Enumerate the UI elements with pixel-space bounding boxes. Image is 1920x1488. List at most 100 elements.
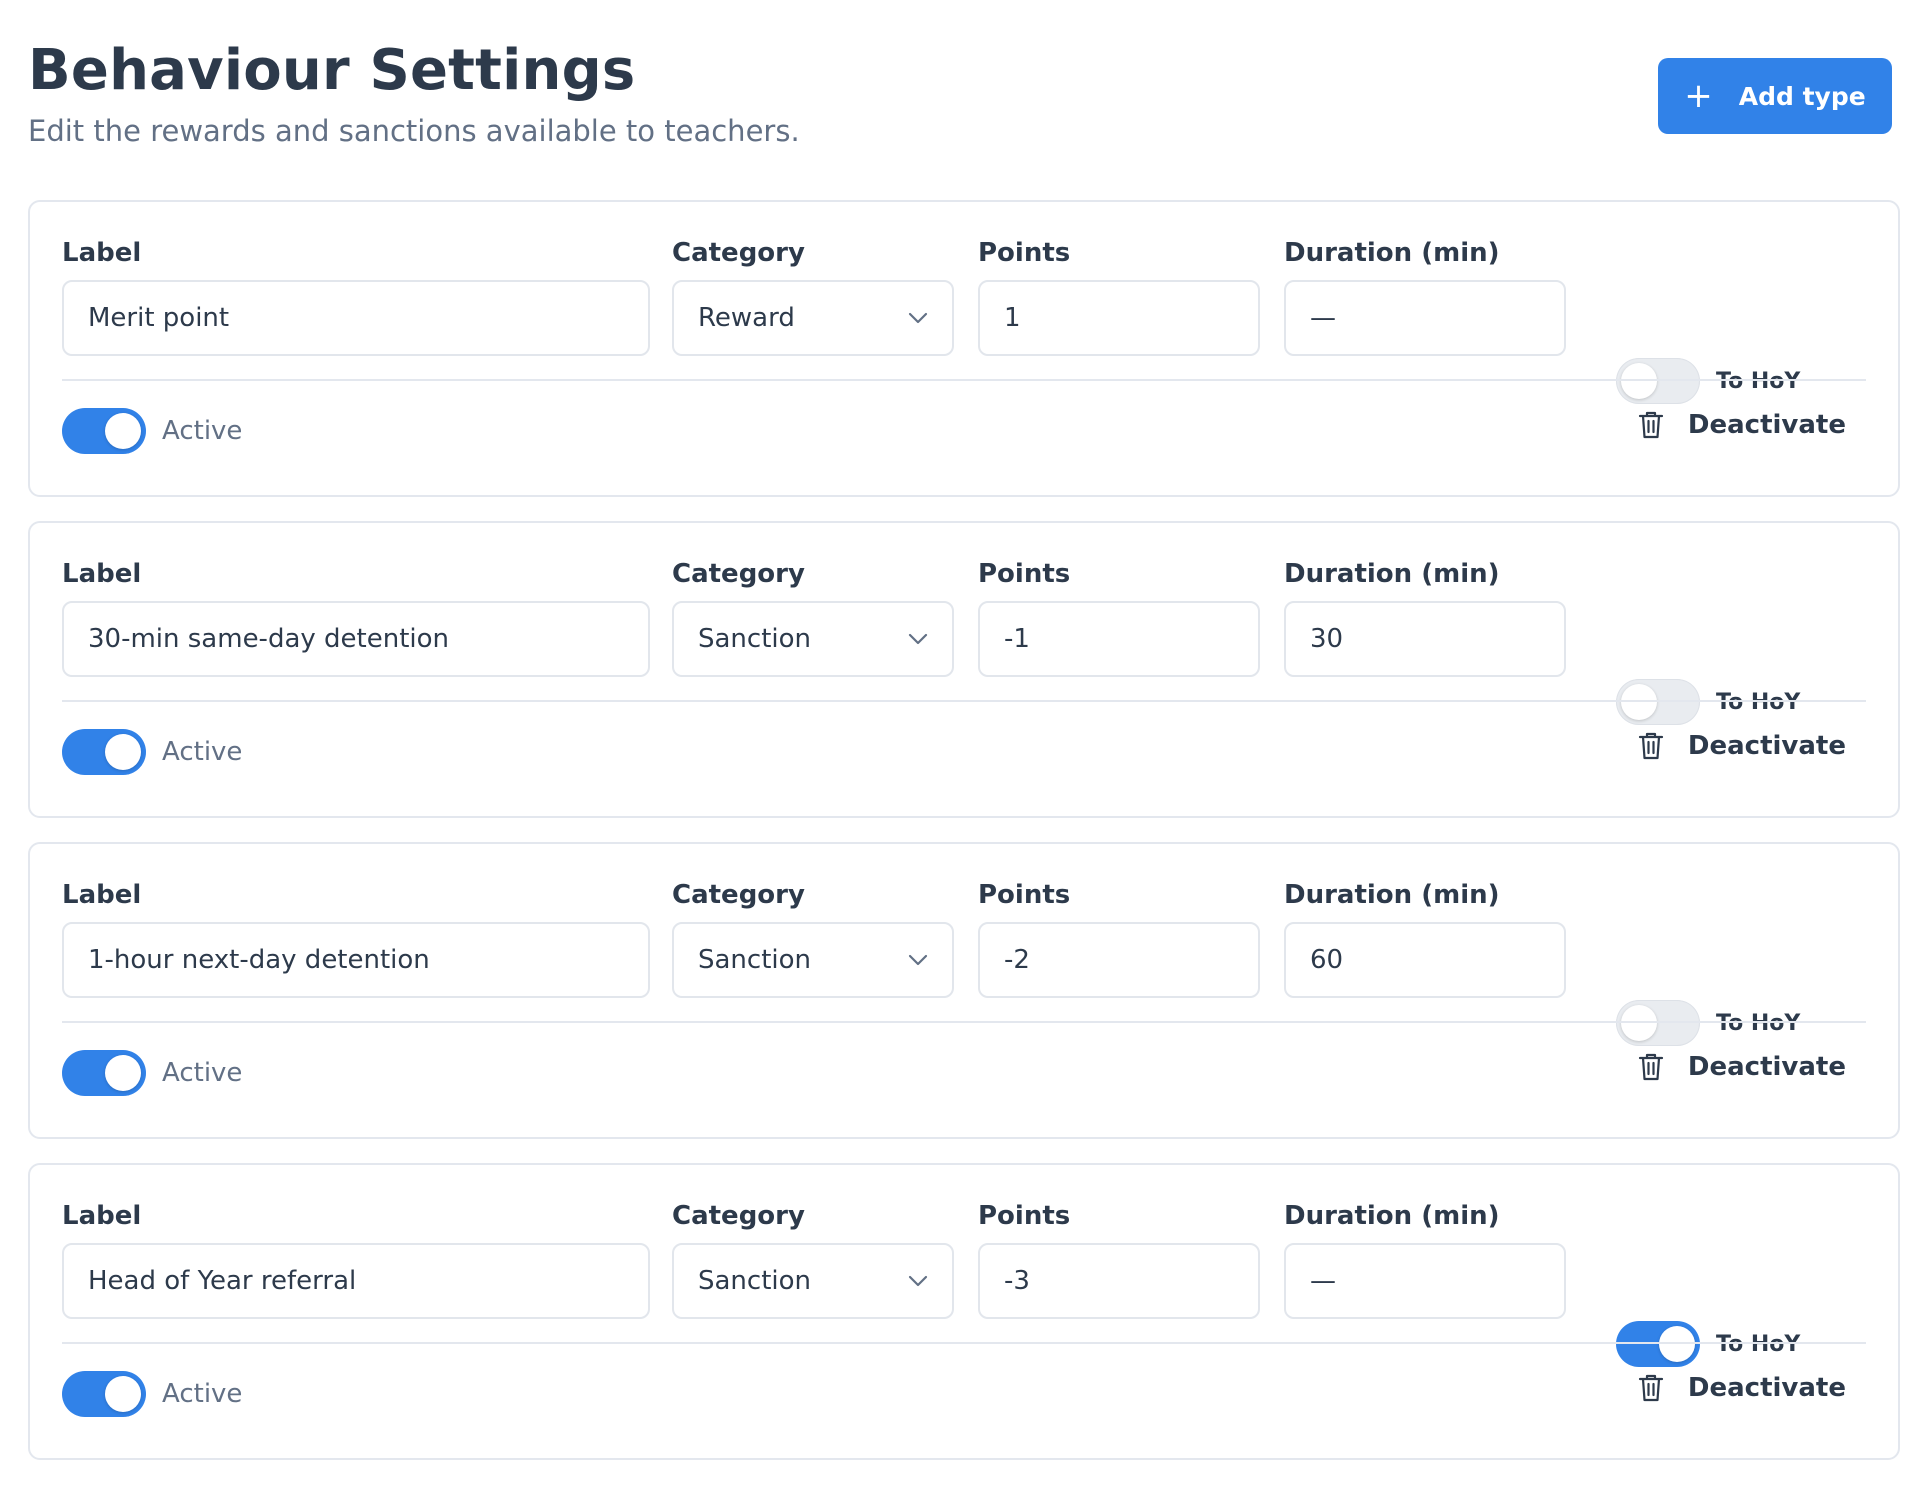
trash-icon xyxy=(1638,1374,1664,1402)
chevron-down-icon xyxy=(908,312,928,324)
card-divider xyxy=(62,1342,1866,1344)
points-input[interactable]: 1 xyxy=(978,280,1260,356)
active-control: Active xyxy=(62,408,242,454)
points-input[interactable]: -3 xyxy=(978,1243,1260,1319)
category-field: Category Reward xyxy=(672,238,954,356)
behaviour-type-card: Label Merit point Category Reward Points… xyxy=(28,200,1900,497)
card-divider xyxy=(62,379,1866,381)
duration-input[interactable]: — xyxy=(1284,1243,1566,1319)
card-divider xyxy=(62,700,1866,702)
category-field: Category Sanction xyxy=(672,1201,954,1319)
toggle-knob xyxy=(1621,363,1657,399)
points-input-value: -2 xyxy=(1004,945,1030,975)
points-field: Points -1 xyxy=(978,559,1260,677)
category-field: Category Sanction xyxy=(672,880,954,998)
active-label: Active xyxy=(162,1379,243,1409)
category-select[interactable]: Sanction xyxy=(672,1243,954,1319)
label-field: Label Merit point xyxy=(62,238,650,356)
add-type-button[interactable]: + Add type xyxy=(1658,58,1892,134)
duration-field-label: Duration (min) xyxy=(1284,238,1500,268)
deactivate-label: Deactivate xyxy=(1687,1373,1846,1403)
label-input[interactable]: 1-hour next-day detention xyxy=(62,922,650,998)
toggle-knob xyxy=(1621,684,1657,720)
deactivate-button[interactable]: Deactivate xyxy=(1638,1373,1846,1403)
duration-input[interactable]: 30 xyxy=(1284,601,1566,677)
behaviour-type-card: Label 1-hour next-day detention Category… xyxy=(28,842,1900,1139)
toggle-knob xyxy=(105,734,141,770)
duration-input[interactable]: 60 xyxy=(1284,922,1566,998)
plus-icon: + xyxy=(1684,76,1713,116)
to-hoy-label: To HoY xyxy=(1716,1010,1801,1036)
deactivate-button[interactable]: Deactivate xyxy=(1638,731,1846,761)
toggle-knob xyxy=(105,1055,141,1091)
points-field-label: Points xyxy=(978,880,1071,910)
category-field: Category Sanction xyxy=(672,559,954,677)
points-field: Points -2 xyxy=(978,880,1260,998)
to-hoy-control: To HoY xyxy=(1616,679,1800,725)
points-input[interactable]: -1 xyxy=(978,601,1260,677)
duration-field-label: Duration (min) xyxy=(1284,1201,1500,1231)
points-field-label: Points xyxy=(978,1201,1071,1231)
to-hoy-label: To HoY xyxy=(1716,689,1801,715)
toggle-knob xyxy=(105,413,141,449)
duration-input-value: — xyxy=(1310,1266,1336,1296)
category-select-value: Sanction xyxy=(698,945,812,975)
category-select[interactable]: Sanction xyxy=(672,601,954,677)
category-select-value: Reward xyxy=(698,303,795,333)
points-input[interactable]: -2 xyxy=(978,922,1260,998)
deactivate-button[interactable]: Deactivate xyxy=(1638,410,1846,440)
duration-input-value: 60 xyxy=(1310,945,1344,975)
trash-icon xyxy=(1638,732,1664,760)
points-input-value: -3 xyxy=(1004,1266,1030,1296)
active-control: Active xyxy=(62,729,242,775)
active-label: Active xyxy=(162,416,243,446)
to-hoy-toggle[interactable] xyxy=(1616,1000,1700,1046)
to-hoy-label: To HoY xyxy=(1716,1331,1801,1357)
active-toggle[interactable] xyxy=(62,1371,146,1417)
to-hoy-toggle[interactable] xyxy=(1616,1321,1700,1367)
chevron-down-icon xyxy=(908,1275,928,1287)
points-field-label: Points xyxy=(978,559,1071,589)
label-input[interactable]: Head of Year referral xyxy=(62,1243,650,1319)
label-field: Label 1-hour next-day detention xyxy=(62,880,650,998)
category-select-value: Sanction xyxy=(698,624,812,654)
to-hoy-control: To HoY xyxy=(1616,1000,1800,1046)
category-select[interactable]: Reward xyxy=(672,280,954,356)
label-field: Label Head of Year referral xyxy=(62,1201,650,1319)
label-field: Label 30-min same-day detention xyxy=(62,559,650,677)
active-toggle[interactable] xyxy=(62,1050,146,1096)
page-title: Behaviour Settings xyxy=(28,38,636,103)
toggle-knob xyxy=(1659,1326,1695,1362)
chevron-down-icon xyxy=(908,633,928,645)
category-select[interactable]: Sanction xyxy=(672,922,954,998)
label-input[interactable]: 30-min same-day detention xyxy=(62,601,650,677)
deactivate-button[interactable]: Deactivate xyxy=(1638,1052,1846,1082)
label-input[interactable]: Merit point xyxy=(62,280,650,356)
to-hoy-toggle[interactable] xyxy=(1616,358,1700,404)
chevron-down-icon xyxy=(908,954,928,966)
to-hoy-control: To HoY xyxy=(1616,1321,1800,1367)
duration-input[interactable]: — xyxy=(1284,280,1566,356)
category-select-value: Sanction xyxy=(698,1266,812,1296)
active-control: Active xyxy=(62,1371,242,1417)
deactivate-label: Deactivate xyxy=(1687,1052,1846,1082)
points-input-value: 1 xyxy=(1004,303,1021,333)
active-label: Active xyxy=(162,737,243,767)
duration-input-value: 30 xyxy=(1310,624,1344,654)
active-control: Active xyxy=(62,1050,242,1096)
behaviour-type-card: Label Head of Year referral Category San… xyxy=(28,1163,1900,1460)
label-field-label: Label xyxy=(62,559,142,589)
category-field-label: Category xyxy=(672,880,805,910)
duration-field: Duration (min) — xyxy=(1284,1201,1566,1319)
active-toggle[interactable] xyxy=(62,729,146,775)
label-field-label: Label xyxy=(62,880,142,910)
card-fields: Label Merit point Category Reward Points… xyxy=(62,238,1866,404)
label-field-label: Label xyxy=(62,1201,142,1231)
category-field-label: Category xyxy=(672,559,805,589)
duration-field-label: Duration (min) xyxy=(1284,559,1500,589)
card-fields: Label Head of Year referral Category San… xyxy=(62,1201,1866,1367)
label-input-value: Merit point xyxy=(88,303,230,333)
to-hoy-toggle[interactable] xyxy=(1616,679,1700,725)
behaviour-settings-page: Behaviour Settings Edit the rewards and … xyxy=(0,0,1920,1488)
active-toggle[interactable] xyxy=(62,408,146,454)
